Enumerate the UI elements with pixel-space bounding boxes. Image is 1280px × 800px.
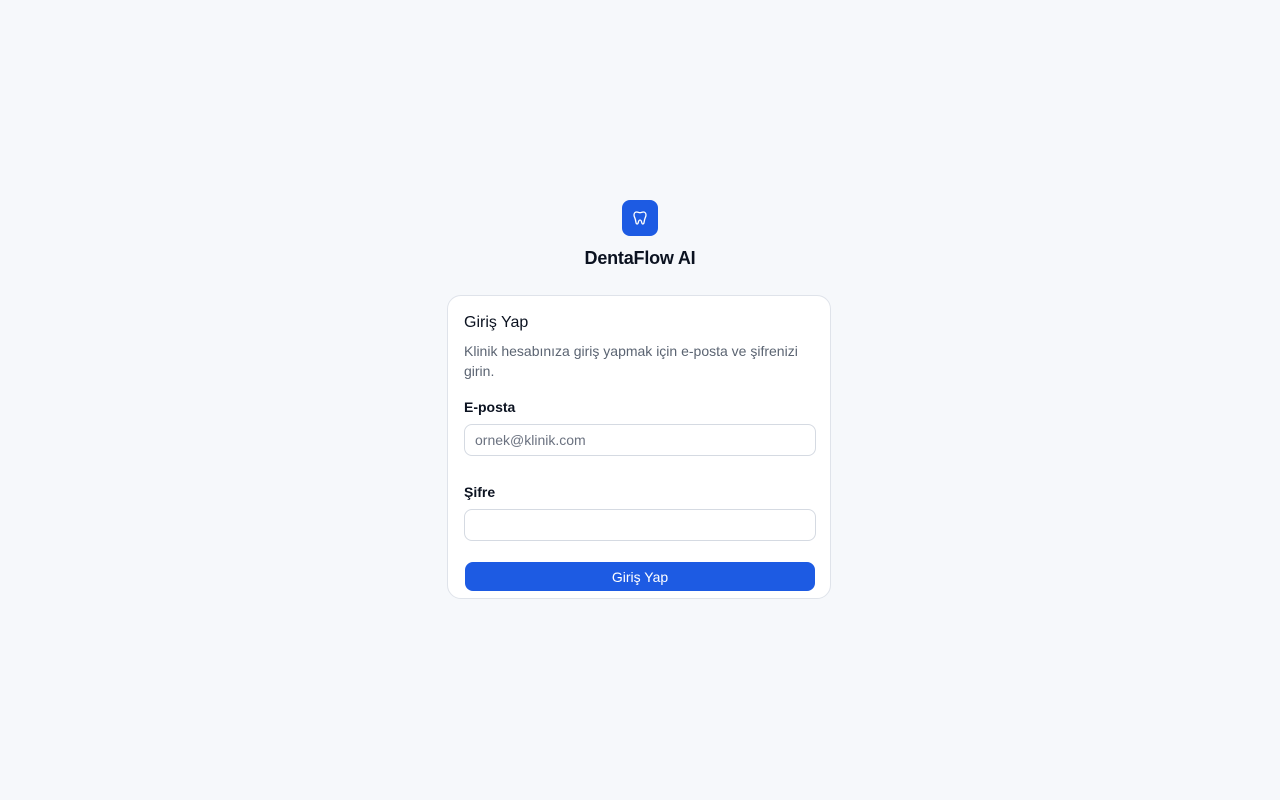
- app-logo: [622, 200, 658, 236]
- login-button[interactable]: Giriş Yap: [465, 562, 815, 591]
- card-title: Giriş Yap: [464, 314, 529, 331]
- password-field[interactable]: [464, 509, 816, 541]
- login-card: Giriş Yap Klinik hesabınıza giriş yapmak…: [447, 295, 831, 599]
- brand-header: DentaFlow AI: [0, 200, 1280, 270]
- tooth-icon: [632, 210, 648, 226]
- email-label: E-posta: [464, 399, 516, 415]
- card-description: Klinik hesabınıza giriş yapmak için e-po…: [464, 343, 798, 379]
- password-label: Şifre: [464, 484, 496, 500]
- app-name: DentaFlow AI: [584, 248, 696, 268]
- email-field[interactable]: [464, 424, 816, 456]
- login-page: DentaFlow AI Giriş Yap Klinik hesabınıza…: [0, 0, 1280, 800]
